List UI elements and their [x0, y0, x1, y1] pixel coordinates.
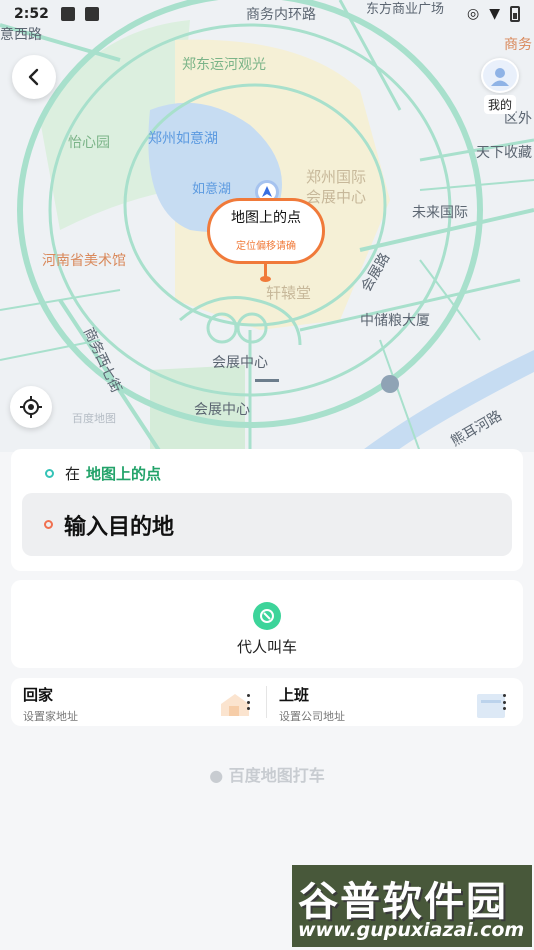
pickup-prefix: 在 [65, 465, 81, 483]
pickup-row[interactable]: 在 地图上的点 [45, 463, 161, 484]
pin-title: 地图上的点 [231, 210, 301, 226]
map-label-lake: 郑州如意湖 [148, 131, 218, 147]
map-label-park: 怡心园 [68, 135, 110, 151]
home-subtitle: 设置家地址 [23, 710, 78, 723]
proxy-call-card[interactable]: 代人叫车 [11, 580, 523, 668]
locate-button[interactable] [10, 386, 52, 428]
work-title: 上班 [279, 686, 310, 704]
divider [266, 686, 267, 718]
map-label-poi: 轩辕堂 [266, 284, 312, 302]
pickup-place: 地图上的点 [86, 465, 162, 483]
map-brand-label: 百度地图 [72, 412, 116, 425]
map-label-station: 会展中心 [194, 402, 250, 418]
destination-input[interactable]: 输入目的地 [22, 493, 512, 556]
proxy-call-label: 代人叫车 [236, 638, 297, 656]
pin-base [260, 276, 271, 282]
my-profile-button[interactable]: 我的 [476, 58, 524, 114]
work-more-kebab-icon[interactable] [503, 694, 507, 710]
work-shortcut[interactable]: 上班 设置公司地址 [279, 684, 345, 724]
map-label-museum: 河南省美术馆 [42, 253, 126, 269]
back-button[interactable] [12, 55, 56, 99]
home-more-kebab-icon[interactable] [247, 694, 251, 710]
watermark-url: www.gupuxiazai.com [298, 919, 525, 941]
locate-icon [20, 396, 42, 418]
destination-dot-icon [44, 520, 53, 529]
home-title: 回家 [23, 686, 54, 704]
location-status-icon: ◎ [467, 6, 480, 22]
map-label-lake: 如意湖 [192, 182, 232, 197]
map-label-expo: 会展中心 [306, 188, 367, 206]
notification-icon [60, 7, 75, 21]
work-subtitle: 设置公司地址 [279, 710, 345, 723]
map-label-poi: 中储粮大厦 [360, 313, 430, 329]
map-label-station: 会展中心 [212, 355, 268, 371]
map-label-poi: 郑东运河观光 [182, 57, 266, 73]
destination-placeholder: 输入目的地 [64, 514, 175, 540]
avatar-icon [481, 58, 519, 93]
map-label-expo: 郑州国际 [306, 168, 367, 186]
battery-icon [510, 6, 520, 22]
brand-footer: ● 百度地图打车 [0, 762, 534, 786]
route-card: 在 地图上的点 输入目的地 [11, 449, 523, 571]
pin-subtitle: 定位偏移请确 [236, 241, 296, 252]
status-bar: 2:52 ◎ ▼ [0, 0, 534, 28]
back-arrow-icon [28, 68, 39, 86]
map-pin-bubble[interactable]: 地图上的点 定位偏移请确 [207, 198, 325, 264]
map-label-poi: 天下收藏 [476, 145, 532, 161]
status-time: 2:52 [14, 6, 49, 22]
wifi-icon: ▼ [489, 6, 500, 22]
watermark: 谷普软件园 www.gupuxiazai.com [292, 865, 532, 947]
shortcut-address-card: 回家 设置家地址 上班 设置公司地址 [11, 678, 523, 726]
home-shortcut[interactable]: 回家 设置家地址 [23, 684, 78, 724]
brand-footer-text: 百度地图打车 [228, 766, 325, 785]
map-label-poi: 商务 [504, 37, 532, 53]
map-pin-icon: ● [209, 766, 224, 785]
notification-icon [84, 7, 99, 21]
proxy-call-icon [253, 602, 281, 630]
pickup-dot-icon [45, 469, 54, 478]
my-profile-label: 我的 [483, 95, 516, 114]
map-label-poi: 未来国际 [412, 205, 468, 221]
